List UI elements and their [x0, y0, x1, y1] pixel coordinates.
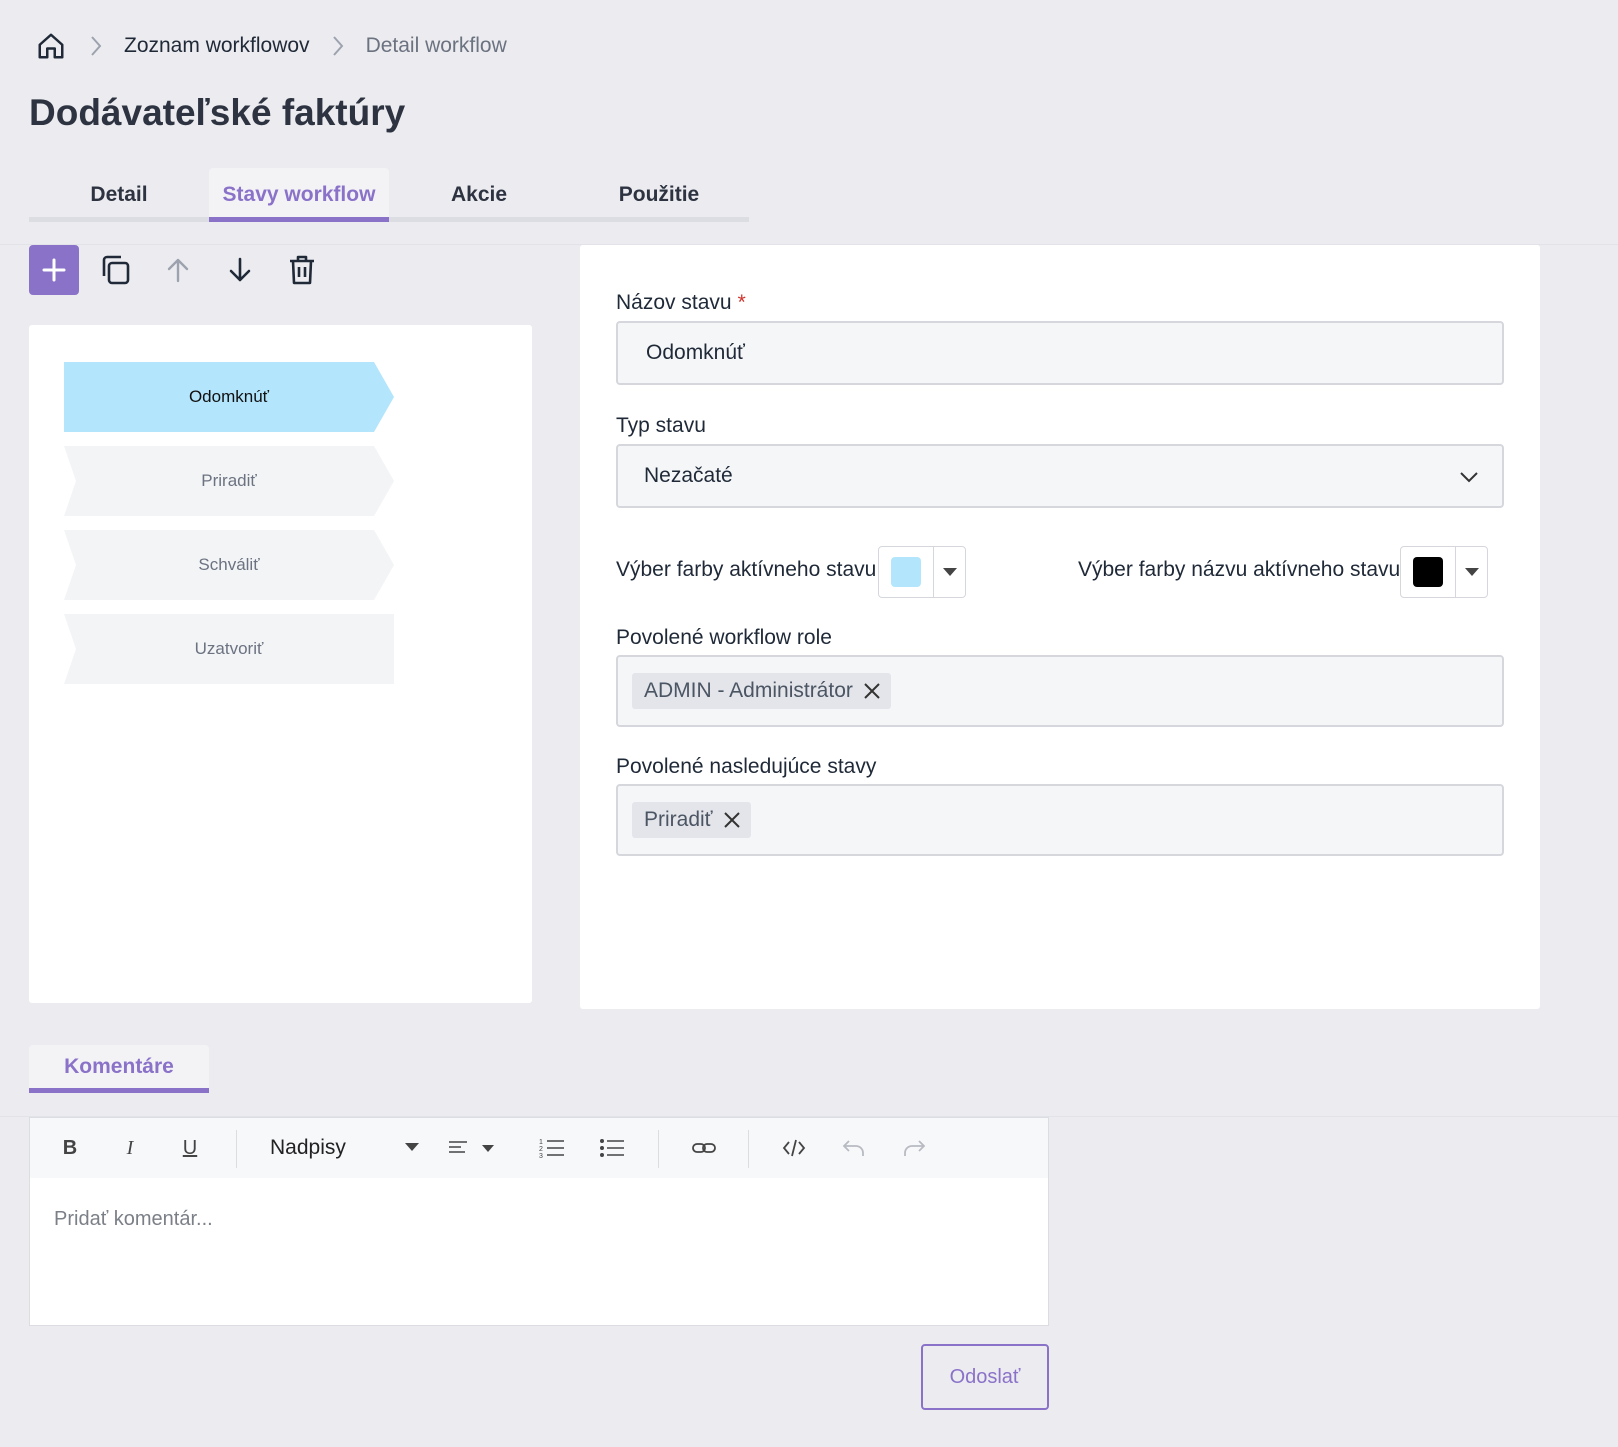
state-name-input[interactable]: [644, 340, 1502, 366]
remove-chip-icon[interactable]: [863, 682, 881, 700]
arrow-up-icon: [167, 258, 189, 283]
state-type-label: Typ stavu: [616, 414, 706, 437]
toolbar-divider: [748, 1130, 749, 1168]
headings-dropdown[interactable]: Nadpisy: [270, 1128, 420, 1168]
numbered-list-icon[interactable]: 123: [532, 1128, 572, 1168]
toolbar-divider: [658, 1130, 659, 1168]
breadcrumb-workflow-list[interactable]: Zoznam workflowov: [124, 34, 310, 58]
link-icon[interactable]: [684, 1128, 724, 1168]
name-color-picker[interactable]: [1400, 546, 1488, 598]
active-color-swatch: [891, 557, 921, 587]
remove-chip-icon[interactable]: [723, 811, 741, 829]
state-item-approve[interactable]: Schváliť: [64, 530, 394, 600]
active-color-label: Výber farby aktívneho stavu: [616, 558, 877, 581]
state-item-unlock[interactable]: Odomknúť: [64, 362, 394, 432]
state-name-field[interactable]: [616, 321, 1504, 385]
move-down-button[interactable]: [215, 245, 265, 295]
chevron-down-icon: [1460, 472, 1478, 483]
name-color-swatch: [1413, 557, 1443, 587]
next-states-multiselect[interactable]: Priradiť: [616, 784, 1504, 856]
caret-down-icon: [482, 1144, 494, 1152]
align-left-icon[interactable]: [438, 1128, 478, 1168]
tab-workflow-states[interactable]: Stavy workflow: [209, 168, 389, 222]
states-panel: Odomknúť Priradiť Schváliť Uzatvoriť: [29, 325, 532, 1003]
state-name-label: Názov stavu *: [616, 291, 746, 314]
chevron-right-icon: [76, 35, 116, 57]
page-title: Dodávateľské faktúry: [29, 92, 406, 133]
chevron-right-icon: [318, 35, 358, 57]
breadcrumb-current: Detail workflow: [365, 34, 507, 57]
comment-editor: B I U Nadpisy 123 Pridať komentár...: [29, 1117, 1049, 1326]
tab-detail[interactable]: Detail: [29, 168, 209, 222]
state-label: Uzatvoriť: [194, 639, 264, 658]
move-up-button[interactable]: [153, 245, 203, 295]
state-item-close[interactable]: Uzatvoriť: [64, 614, 394, 684]
required-marker: *: [737, 291, 746, 314]
bullet-list-icon[interactable]: [592, 1128, 632, 1168]
tab-comments[interactable]: Komentáre: [29, 1045, 209, 1093]
arrow-down-icon: [229, 257, 251, 282]
next-states-label: Povolené nasledujúce stavy: [616, 755, 877, 778]
svg-text:2: 2: [539, 1146, 543, 1153]
state-type-select[interactable]: Nezačaté: [616, 444, 1504, 508]
delete-state-button[interactable]: [277, 245, 327, 295]
active-color-picker[interactable]: [878, 546, 966, 598]
copy-icon: [102, 255, 130, 285]
send-comment-button[interactable]: Odoslať: [921, 1344, 1049, 1410]
svg-text:1: 1: [539, 1139, 543, 1146]
caret-down-icon: [942, 568, 957, 576]
tab-bar: Detail Stavy workflow Akcie Použitie: [29, 168, 749, 222]
state-type-value: Nezačaté: [644, 464, 733, 487]
plus-icon: [42, 258, 66, 282]
bold-button[interactable]: B: [50, 1128, 90, 1168]
toolbar-divider: [236, 1130, 237, 1168]
state-item-assign[interactable]: Priradiť: [64, 446, 394, 516]
add-state-button[interactable]: [29, 245, 79, 295]
trash-icon: [290, 255, 314, 285]
comment-input[interactable]: Pridať komentár...: [54, 1208, 213, 1231]
redo-icon[interactable]: [894, 1128, 934, 1168]
copy-state-button[interactable]: [90, 245, 140, 295]
caret-down-icon: [1464, 568, 1479, 576]
italic-button[interactable]: I: [110, 1128, 150, 1168]
svg-text:3: 3: [539, 1153, 543, 1159]
next-state-chip: Priradiť: [632, 802, 751, 838]
state-label: Schváliť: [198, 555, 260, 574]
undo-icon[interactable]: [834, 1128, 874, 1168]
role-chip: ADMIN - Administrátor: [632, 673, 891, 709]
editor-toolbar: B I U Nadpisy 123: [30, 1118, 1048, 1178]
tab-actions[interactable]: Akcie: [389, 168, 569, 222]
breadcrumb: Zoznam workflowov Detail workflow: [34, 26, 507, 66]
roles-multiselect[interactable]: ADMIN - Administrátor: [616, 655, 1504, 727]
caret-down-icon: [405, 1143, 419, 1151]
tab-usage[interactable]: Použitie: [569, 168, 749, 222]
state-label: Odomknúť: [188, 387, 270, 406]
state-form: Názov stavu* Typ stavu Nezačaté Výber fa…: [580, 245, 1540, 1009]
name-color-label: Výber farby názvu aktívneho stavu: [1078, 558, 1401, 581]
align-dropdown-caret[interactable]: [476, 1128, 500, 1168]
state-label: Priradiť: [201, 471, 257, 490]
underline-button[interactable]: U: [170, 1128, 210, 1168]
code-icon[interactable]: [774, 1128, 814, 1168]
home-icon[interactable]: [34, 29, 68, 63]
roles-label: Povolené workflow role: [616, 626, 832, 649]
